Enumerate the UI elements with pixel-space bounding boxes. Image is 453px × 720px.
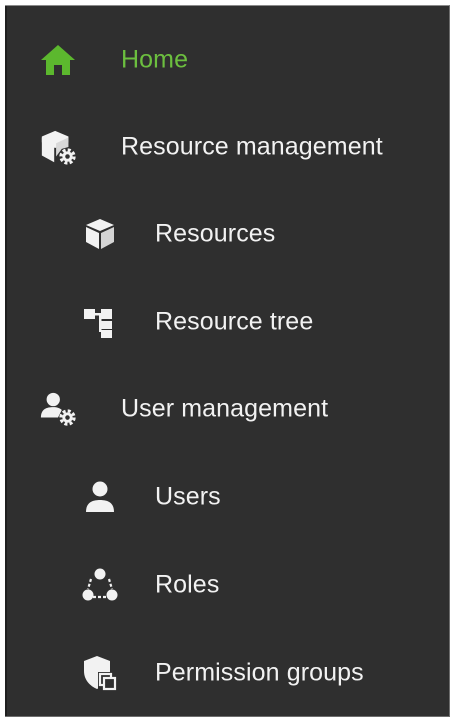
sidebar-item-label: User management [121,394,329,423]
tree-icon [81,303,119,341]
sidebar-item-resource-management[interactable]: Resource management [5,116,449,178]
sidebar-item-label: Users [155,482,221,511]
sidebar-item-label: Home [121,45,189,74]
home-icon [39,41,77,79]
user-management-icon [39,390,77,428]
sidebar-item-roles[interactable]: Roles [5,554,449,616]
sidebar-item-permission-groups[interactable]: Permission groups [5,642,449,704]
sidebar-item-label: Resource management [121,132,383,161]
sidebar-item-resource-tree[interactable]: Resource tree [5,291,449,353]
resource-management-icon [39,128,77,166]
sidebar-item-resources[interactable]: Resources [5,203,449,265]
cube-icon [81,215,119,253]
app-frame: Home Resource management Resources Resou… [0,0,453,720]
sidebar-nav: Home Resource management Resources Resou… [5,5,450,717]
sidebar-item-label: Permission groups [155,658,364,687]
permission-groups-icon [81,654,119,692]
sidebar-item-users[interactable]: Users [5,466,449,528]
sidebar-item-home[interactable]: Home [5,29,449,91]
sidebar-item-label: Resources [155,219,276,248]
roles-icon [81,566,119,604]
sidebar-item-label: Roles [155,570,220,599]
sidebar-item-user-management[interactable]: User management [5,378,449,440]
sidebar-item-label: Resource tree [155,307,314,336]
user-icon [81,478,119,516]
